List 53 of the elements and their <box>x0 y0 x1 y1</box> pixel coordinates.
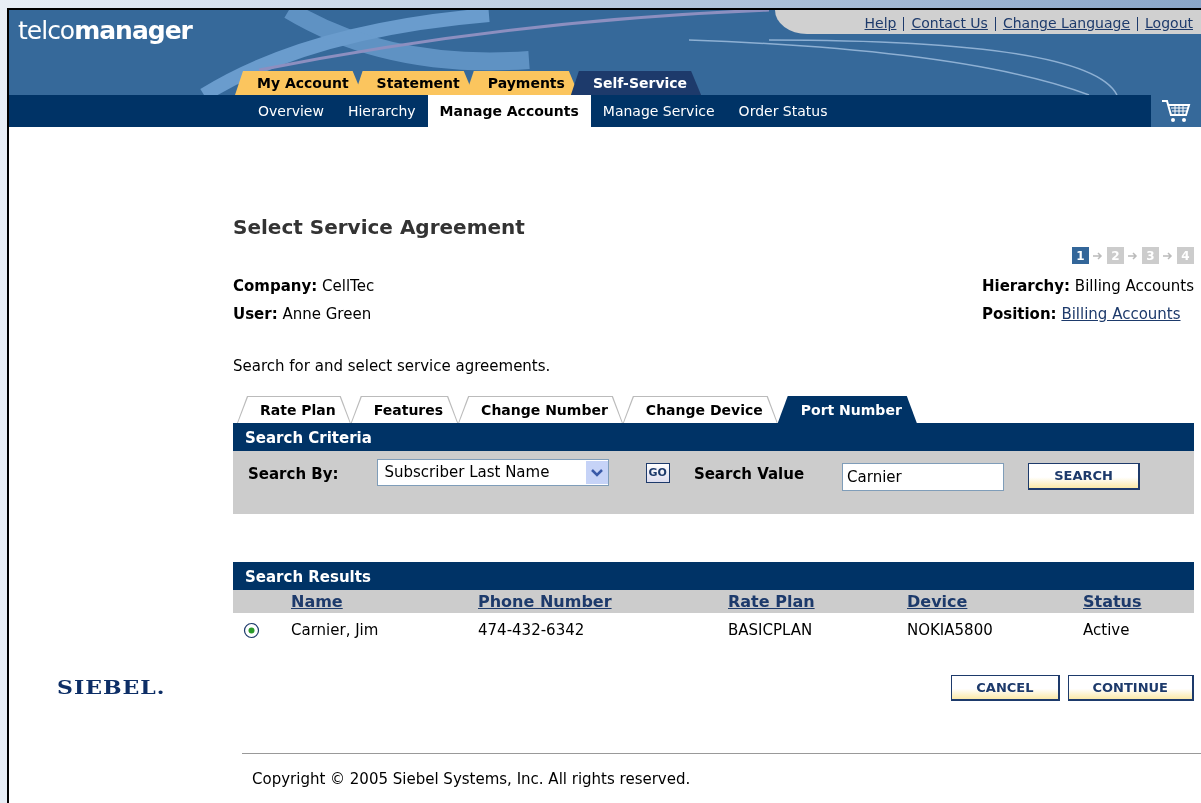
page-title: Select Service Agreement <box>233 215 526 239</box>
siebel-logo: SIEBEL. <box>57 676 166 700</box>
column-header-link[interactable]: Name <box>291 592 343 611</box>
header-link[interactable]: Help <box>864 13 897 34</box>
sub-tab[interactable]: Rate Plan <box>238 397 350 423</box>
field-label: Company: <box>233 277 318 295</box>
main-tab[interactable]: Self-Service <box>570 71 702 95</box>
field-label: Position: <box>981 305 1057 323</box>
action-button[interactable]: CANCEL <box>951 674 1060 702</box>
row-radio[interactable] <box>243 621 260 639</box>
go-button[interactable]: GO <box>645 463 670 483</box>
field-value: Anne Green <box>282 305 372 323</box>
action-button[interactable]: CONTINUE <box>1067 674 1194 702</box>
field-value: CellTec <box>322 277 375 295</box>
field-link[interactable]: Billing Accounts <box>1061 305 1181 323</box>
header-link[interactable]: Change Language <box>1002 13 1131 34</box>
search-button[interactable]: SEARCH <box>1028 463 1141 490</box>
field-label: User: <box>233 305 278 323</box>
subnav-tab[interactable]: Overview <box>246 95 336 127</box>
column-header-link[interactable]: Status <box>1083 592 1142 611</box>
arrow-icon <box>1093 251 1103 260</box>
field-label: Search Value <box>693 464 805 485</box>
table-cell-text: Carnier, Jim <box>291 620 380 641</box>
sub-tab[interactable]: Change Device <box>623 397 777 423</box>
table-cell-text: 474-432-6342 <box>478 620 586 641</box>
sub-tab[interactable]: Change Number <box>459 397 622 423</box>
search-results-header: Search Results <box>233 562 1194 590</box>
subnav-tab[interactable]: Order Status <box>726 95 840 127</box>
header-link[interactable]: Contact Us <box>911 13 988 34</box>
table-cell-text: NOKIA5800 <box>907 620 994 641</box>
table-cell-text: Active <box>1083 620 1131 641</box>
search-criteria-header: Search Criteria <box>233 423 1194 451</box>
cart-icon[interactable] <box>1161 98 1191 124</box>
field-label: Hierarchy: <box>981 277 1071 295</box>
search-by-dropdown[interactable]: Subscriber Last Name <box>376 459 609 486</box>
search-value-field[interactable]: Carnier <box>842 463 1005 491</box>
telcomanager-logo: telcomanager <box>18 16 192 46</box>
field-label: Search By: <box>248 464 339 485</box>
subnav-tab[interactable]: Manage Accounts <box>427 95 591 127</box>
column-header-link[interactable]: Device <box>907 592 968 611</box>
arrow-icon <box>1163 251 1173 260</box>
sub-tab[interactable]: Features <box>351 397 458 423</box>
step-indicator: 1 <box>1072 247 1089 264</box>
arrow-icon <box>1128 251 1138 260</box>
header-link[interactable]: Logout <box>1145 13 1193 34</box>
subnav-tab[interactable]: Hierarchy <box>335 95 428 127</box>
copyright-text: Copyright © 2005 Siebel Systems, Inc. All rights reserved. <box>242 752 1201 803</box>
instruction-text: Search for and select service agreements. <box>233 356 552 377</box>
field-value: Billing Accounts <box>1074 277 1194 295</box>
column-header-link[interactable]: Rate Plan <box>728 592 815 611</box>
table-cell-text: BASICPLAN <box>728 620 814 641</box>
column-header-link[interactable]: Phone Number <box>478 592 612 611</box>
subnav-tab[interactable]: Manage Service <box>590 95 727 127</box>
